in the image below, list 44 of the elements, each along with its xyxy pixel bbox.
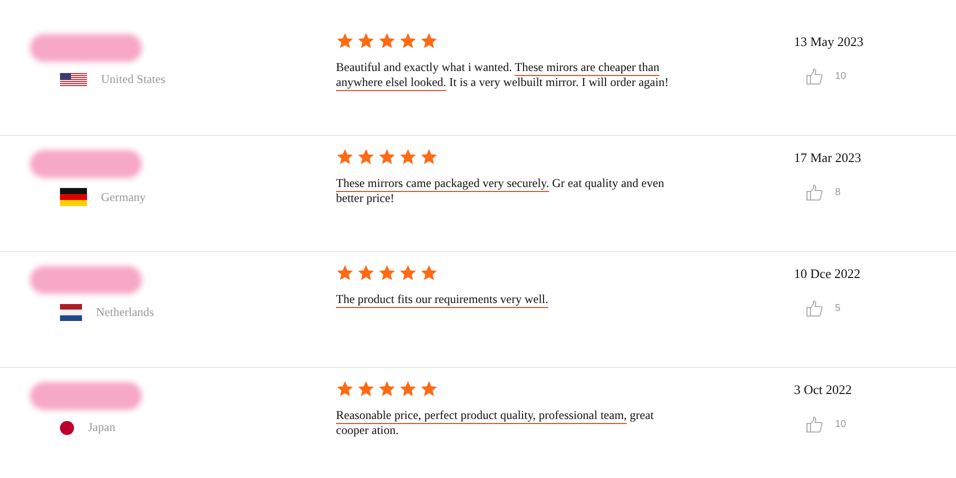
thumbs-up-icon[interactable] [806, 68, 823, 85]
star-icon [336, 32, 354, 50]
star-icon [357, 148, 375, 166]
star-icon [399, 148, 417, 166]
review-text: The product fits our requirements very well. [336, 292, 550, 307]
star-icon [357, 264, 375, 282]
like-count: 8 [835, 187, 841, 198]
country-name: Japan [88, 420, 116, 435]
flag-icon [60, 188, 87, 206]
star-icon [378, 380, 396, 398]
review-date: 13 May 2023 [793, 34, 864, 50]
star-icon [378, 148, 396, 166]
star-icon [378, 264, 396, 282]
star-icon [420, 32, 438, 50]
review-text: These mirrors came packaged very securely. Gr eat quality and even better price! [336, 176, 666, 206]
review-text: Reasonable price, perfect product quality, professional team, great cooper ation. [336, 408, 655, 438]
review-date: 10 Dce 2022 [793, 266, 860, 282]
thumbs-up-icon[interactable] [806, 300, 823, 317]
review-date: 17 Mar 2023 [793, 150, 862, 166]
like-count: 10 [835, 71, 846, 82]
star-icon [357, 32, 375, 50]
thumbs-up-icon[interactable] [806, 184, 823, 201]
flag-icon [60, 420, 74, 434]
star-icon [336, 148, 354, 166]
country-name: United States [101, 72, 166, 87]
star-icon [399, 32, 417, 50]
star-icon [399, 264, 417, 282]
like-count: 5 [835, 303, 841, 314]
like-count: 10 [835, 419, 846, 430]
star-icon [420, 380, 438, 398]
thumbs-up-icon[interactable] [806, 416, 823, 433]
flag-icon [60, 72, 87, 86]
star-icon [378, 32, 396, 50]
star-icon [336, 380, 354, 398]
flag-icon [60, 304, 82, 321]
star-icon [357, 380, 375, 398]
star-icon [420, 148, 438, 166]
country-name: Germany [101, 190, 146, 204]
review-text: Beautiful and exactly what i wanted. These mirors are cheaper than anywhere elsel looked. It is a very welbuilt mirror. I will order again! [336, 60, 670, 90]
star-icon [336, 264, 354, 282]
star-icon [399, 380, 417, 398]
review-date: 3 Oct 2022 [793, 382, 852, 398]
star-icon [420, 264, 438, 282]
country-name: Netherlands [96, 305, 154, 320]
